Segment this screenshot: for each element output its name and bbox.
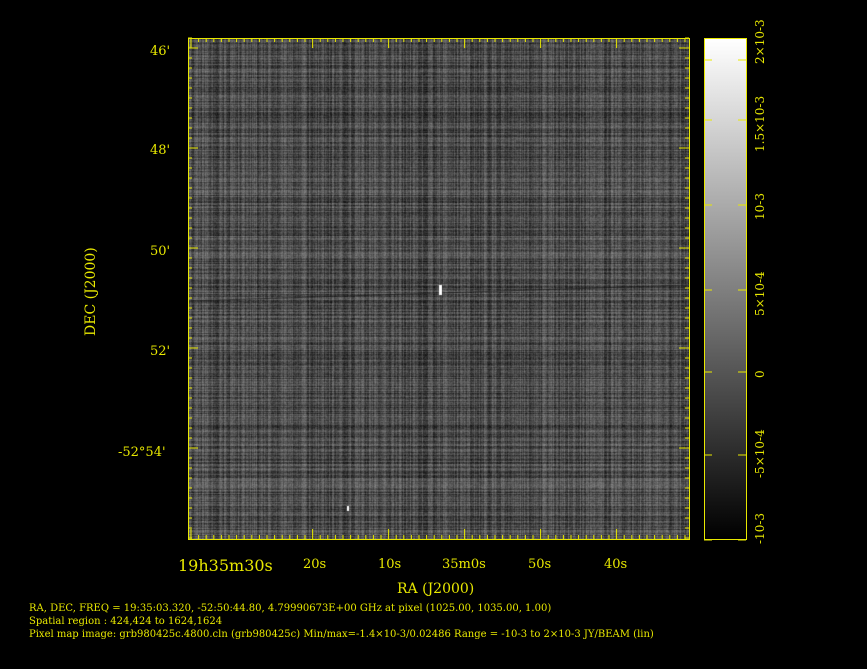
axis-ticks	[0, 0, 867, 669]
colorbar-tick-label: -5×10-4	[754, 429, 766, 478]
colorbar-tick-label: 10-3	[754, 193, 766, 220]
dec-tick-label: 48'	[150, 144, 170, 157]
colorbar-tick-label: 2×10-3	[754, 19, 766, 64]
dec-tick-label: -52°54'	[118, 446, 166, 459]
ra-tick-label: 10s	[378, 558, 401, 571]
ra-tick-label: 50s	[528, 558, 551, 571]
dec-tick-label: 50'	[150, 245, 170, 258]
info-image-stats: Pixel map image: grb980425c.4800.cln (gr…	[29, 630, 654, 640]
info-spatial-region: Spatial region : 424,424 to 1624,1624	[29, 617, 222, 627]
ra-tick-label: 20s	[303, 558, 326, 571]
dec-axis-title: DEC (J2000)	[83, 247, 99, 336]
colorbar-tick-label: 5×10-4	[754, 271, 766, 316]
ra-axis-title: RA (J2000)	[397, 581, 474, 597]
ra-tick-label: 35m0s	[442, 558, 486, 571]
colorbar-tick-label: 0	[754, 370, 766, 378]
info-coordinates: RA, DEC, FREQ = 19:35:03.320, -52:50:44.…	[29, 604, 551, 614]
colorbar-tick-label: 1.5×10-3	[754, 96, 766, 152]
ra-tick-label: 40s	[604, 558, 627, 571]
dec-tick-label: 52'	[150, 345, 170, 358]
ra-tick-label: 19h35m30s	[178, 558, 273, 574]
dec-tick-label: 46'	[150, 45, 170, 58]
colorbar-tick-label: -10-3	[754, 513, 766, 544]
